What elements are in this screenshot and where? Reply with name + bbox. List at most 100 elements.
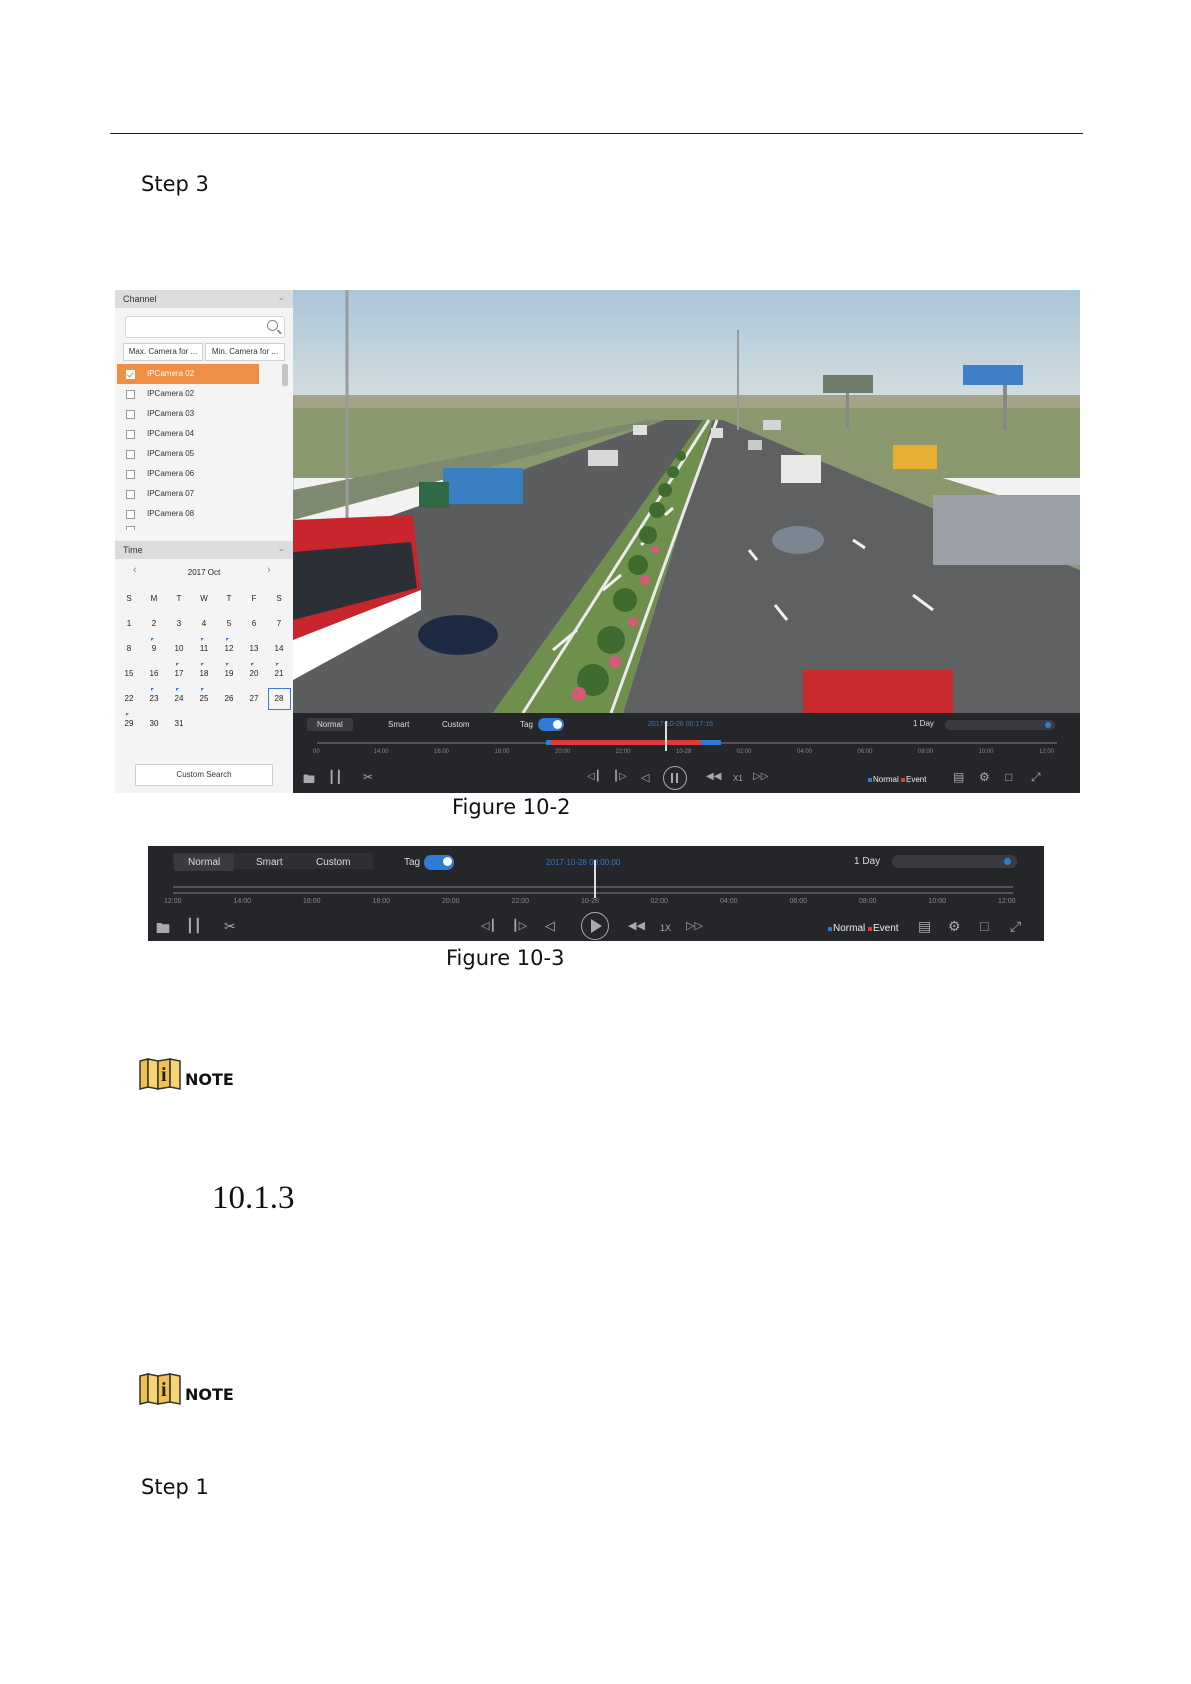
slow-down-icon[interactable]: ◀◀	[628, 919, 645, 932]
calendar-day[interactable]: 13	[242, 644, 266, 653]
timeline-tick-label: 10-28	[676, 749, 692, 755]
calendar-day[interactable]: 2	[142, 619, 166, 628]
calendar-day[interactable]: 10	[167, 644, 191, 653]
calendar-day[interactable]: 17	[167, 669, 191, 678]
tab-normal[interactable]: Normal	[307, 718, 353, 731]
timeline-tick-label: 14:00	[373, 749, 389, 755]
weekday-label: S	[126, 594, 132, 603]
calendar-day[interactable]: 28	[267, 694, 291, 703]
playback-timestamp: 2017-10-28 00:00:00	[546, 858, 621, 867]
tab-smart[interactable]: Smart	[388, 720, 409, 729]
settings-icon[interactable]: ⚙	[979, 770, 990, 784]
figure-10-3-control-bar: Normal Smart Custom Tag 2017-10-28 00:00…	[148, 846, 1044, 941]
legend: Normal Event	[868, 775, 926, 784]
next-frame-icon[interactable]: ┃▷	[613, 771, 627, 782]
folder-icon[interactable]: 🖿	[156, 918, 170, 942]
timeline-tick-label: 18:00	[372, 898, 391, 905]
timeline-cursor[interactable]	[665, 721, 667, 751]
calendar-day[interactable]: 31	[167, 719, 191, 728]
range-label: 1 Day	[854, 856, 881, 867]
calendar-day[interactable]: 14	[267, 644, 291, 653]
record-marker	[201, 688, 204, 691]
calendar-grid: S M T W T F S 1 2 3 4 5 6 7 8 9 10 11 12 13 14 15 16 17 18 19 20 21…	[115, 290, 293, 750]
clip-marker-icon[interactable]: ┃┃	[328, 770, 342, 784]
calendar-day[interactable]: 22	[117, 694, 141, 703]
speed-up-icon[interactable]: ▷▷	[753, 771, 768, 782]
timeline-tick-label: 20:00	[555, 749, 571, 755]
timeline-tick-label: 12:00	[998, 898, 1016, 905]
prev-frame-icon[interactable]: ◁┃	[587, 771, 601, 782]
info-icon[interactable]: □	[1005, 770, 1012, 784]
playback-timestamp: 2017-10-28 00:17:16	[648, 721, 713, 728]
range-label: 1 Day	[913, 719, 934, 728]
fullscreen-icon[interactable]: ⤢	[1031, 770, 1041, 785]
video-playback-frame[interactable]	[293, 290, 1080, 713]
zoom-slider[interactable]	[945, 720, 1055, 730]
tag-toggle[interactable]	[538, 718, 564, 731]
calendar-day[interactable]: 24	[167, 694, 191, 703]
clip-marker-icon[interactable]: ┃┃	[186, 918, 202, 934]
calendar-day[interactable]: 20	[242, 669, 266, 678]
calendar-day[interactable]: 8	[117, 644, 141, 653]
calendar-day[interactable]: 6	[242, 619, 266, 628]
tag-toggle[interactable]	[424, 855, 454, 870]
calendar-day[interactable]: 21	[267, 669, 291, 678]
calendar-day[interactable]: 11	[192, 644, 216, 653]
calendar-day[interactable]: 4	[192, 619, 216, 628]
timeline-track[interactable]	[173, 886, 1013, 888]
reverse-play-icon[interactable]: ◁	[545, 918, 555, 934]
timeline-tick-label: 04:00	[797, 749, 813, 755]
zoom-slider[interactable]	[892, 855, 1017, 868]
calendar-day[interactable]: 18	[192, 669, 216, 678]
settings-icon[interactable]: ⚙	[948, 918, 961, 935]
calendar-day[interactable]: 19	[217, 669, 241, 678]
calendar-day[interactable]: 25	[192, 694, 216, 703]
calendar-day[interactable]: 29	[117, 719, 141, 728]
smart-search-icon[interactable]: ▤	[953, 770, 964, 784]
calendar-day[interactable]: 15	[117, 669, 141, 678]
calendar-day[interactable]: 3	[167, 619, 191, 628]
custom-search-button[interactable]: Custom Search	[135, 764, 273, 786]
record-marker	[226, 638, 229, 641]
calendar-day[interactable]: 27	[242, 694, 266, 703]
reverse-play-icon[interactable]: ◁	[641, 771, 649, 784]
speed-up-icon[interactable]: ▷▷	[686, 919, 703, 932]
timeline-cursor[interactable]	[594, 860, 596, 898]
fullscreen-icon[interactable]: ⤢	[1010, 918, 1021, 935]
svg-text:i: i	[161, 1379, 167, 1401]
tab-custom[interactable]: Custom	[442, 720, 470, 729]
record-marker	[201, 663, 204, 666]
prev-frame-icon[interactable]: ◁┃	[481, 919, 496, 932]
timeline-tick-label: 20:00	[442, 898, 460, 905]
scissors-icon[interactable]: ✂	[363, 770, 373, 784]
calendar-day[interactable]: 26	[217, 694, 241, 703]
pause-button[interactable]	[663, 766, 687, 790]
weekday-label: W	[200, 594, 208, 603]
step-3-label: Step 3	[141, 172, 209, 196]
scissors-icon[interactable]: ✂	[224, 918, 236, 935]
note-label: NOTE	[185, 1385, 234, 1404]
calendar-day[interactable]: 9	[142, 644, 166, 653]
tab-custom[interactable]: Custom	[316, 857, 350, 868]
next-frame-icon[interactable]: ┃▷	[512, 919, 527, 932]
record-marker	[176, 688, 179, 691]
timeline-tick-label: 22:00	[615, 749, 631, 755]
calendar-day[interactable]: 30	[142, 719, 166, 728]
calendar-day[interactable]: 12	[217, 644, 241, 653]
calendar-day[interactable]: 7	[267, 619, 291, 628]
header-rule	[110, 133, 1083, 134]
timeline-tick-label: 12:00	[164, 898, 182, 905]
folder-icon[interactable]: 🖿	[303, 770, 315, 791]
calendar-day[interactable]: 23	[142, 694, 166, 703]
calendar-day[interactable]: 16	[142, 669, 166, 678]
calendar-day[interactable]: 5	[217, 619, 241, 628]
calendar-day[interactable]: 1	[117, 619, 141, 628]
playback-speed-label: X1	[733, 774, 743, 783]
weekday-label: M	[150, 594, 158, 603]
tab-smart[interactable]: Smart	[256, 857, 283, 868]
info-icon[interactable]: □	[980, 918, 988, 934]
slow-down-icon[interactable]: ◀◀	[706, 771, 721, 782]
tab-normal[interactable]: Normal	[174, 854, 235, 871]
smart-search-icon[interactable]: ▤	[918, 918, 931, 935]
play-button[interactable]	[581, 912, 609, 940]
